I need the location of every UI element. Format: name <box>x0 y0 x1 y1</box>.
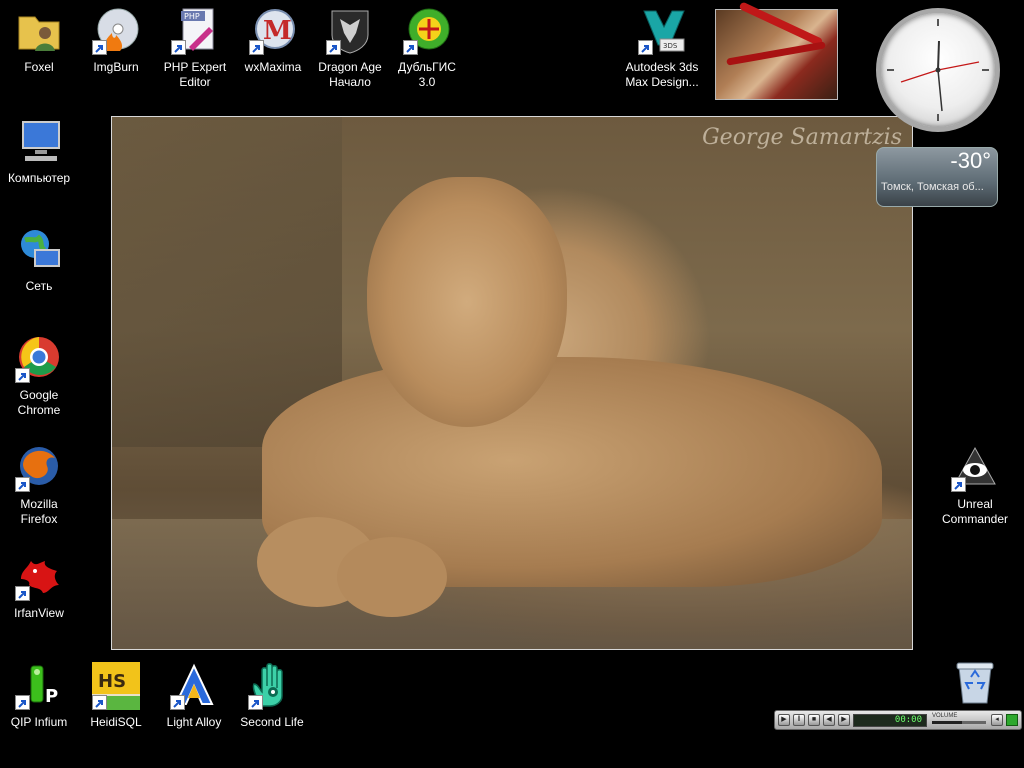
wallpaper-photo: George Samartzis <box>111 116 913 650</box>
qip-icon: P <box>15 662 63 710</box>
next-button[interactable]: ▶ <box>838 714 850 726</box>
media-player-bar: ▶ ‖ ■ ◀ ▶ 00:00 VOLUME ◂ <box>774 710 1022 730</box>
second-hand <box>937 61 980 71</box>
icon-label: Light Alloy <box>166 715 222 729</box>
dublgis-globe-icon <box>403 7 451 55</box>
shortcut-arrow-icon <box>326 40 341 55</box>
clock-face <box>887 19 989 121</box>
chrome-icon <box>15 335 63 383</box>
desktop-icon-foxel[interactable]: Foxel <box>1 7 77 75</box>
player-status-indicator <box>1006 714 1018 726</box>
weather-gadget[interactable]: -30° Томск, Томская об... <box>876 147 998 207</box>
desktop-icon-google-chrome[interactable]: Google Chrome <box>1 335 77 418</box>
desktop-icon-autodesk-3ds-max[interactable]: 3DS Autodesk 3ds Max Design... <box>624 7 700 90</box>
desktop-icon-dragon-age[interactable]: Dragon Age Начало <box>312 7 388 90</box>
icon-label: Mozilla Firefox <box>20 497 58 526</box>
desktop-icon-recycle-bin[interactable] <box>937 659 1013 712</box>
shortcut-arrow-icon <box>248 695 263 710</box>
icon-label: ДубльГИС 3.0 <box>398 60 456 89</box>
disc-burn-icon <box>92 7 140 55</box>
shortcut-arrow-icon <box>171 40 186 55</box>
volume-fill <box>932 721 962 724</box>
icon-label: QIP Infium <box>10 715 68 729</box>
recycle-bin-icon <box>951 659 999 707</box>
volume-label: VOLUME <box>932 713 958 719</box>
shortcut-arrow-icon <box>15 695 30 710</box>
cougar-paw <box>337 537 447 617</box>
desktop-icon-second-life[interactable]: Second Life <box>234 662 310 730</box>
heidisql-icon: HS <box>92 662 140 710</box>
shortcut-arrow-icon <box>92 695 107 710</box>
3ds-max-icon: 3DS <box>638 7 686 55</box>
desktop-icon-irfanview[interactable]: IrfanView <box>1 553 77 621</box>
play-button[interactable]: ▶ <box>778 714 790 726</box>
slideshow-image-detail <box>726 41 826 66</box>
second-life-hand-icon <box>248 662 296 710</box>
shortcut-arrow-icon <box>638 40 653 55</box>
desktop-icon-mozilla-firefox[interactable]: Mozilla Firefox <box>1 444 77 527</box>
shortcut-arrow-icon <box>249 40 264 55</box>
slideshow-gadget[interactable] <box>715 1 838 100</box>
icon-label: Autodesk 3ds Max Design... <box>625 60 699 89</box>
shortcut-arrow-icon <box>92 40 107 55</box>
shortcut-arrow-icon <box>403 40 418 55</box>
time-display: 00:00 <box>853 713 927 727</box>
desktop-icon-qip-infium[interactable]: P QIP Infium <box>1 662 77 730</box>
computer-icon <box>15 118 63 166</box>
icon-label: HeidiSQL <box>90 715 142 729</box>
desktop-icon-heidisql[interactable]: HS HeidiSQL <box>78 662 154 730</box>
svg-text:P: P <box>45 686 58 707</box>
shortcut-arrow-icon <box>15 586 30 601</box>
firefox-icon <box>15 444 63 492</box>
network-globe-icon <box>15 226 63 274</box>
cougar-head <box>367 177 567 427</box>
shortcut-arrow-icon <box>951 477 966 492</box>
dragon-emblem-icon <box>326 7 374 55</box>
desktop-icon-php-expert-editor[interactable]: PHP PHP Expert Editor <box>157 7 233 90</box>
unreal-commander-eye-icon <box>951 444 999 492</box>
light-alloy-icon <box>170 662 218 710</box>
hour-hand <box>937 40 940 71</box>
icon-label: ImgBurn <box>93 60 139 74</box>
php-editor-icon: PHP <box>171 7 219 55</box>
weather-temperature: -30° <box>950 148 991 173</box>
3ds-badge-text: 3DS <box>663 42 678 50</box>
desktop-icon-network[interactable]: Сеть <box>1 226 77 294</box>
desktop-icon-imgburn[interactable]: ImgBurn <box>78 7 154 75</box>
photo-signature: George Samartzis <box>702 125 902 150</box>
minute-hand <box>937 69 943 112</box>
weather-location: Томск, Томская об... <box>881 181 984 193</box>
shortcut-arrow-icon <box>15 368 30 383</box>
icon-label: IrfanView <box>14 606 64 620</box>
hs-badge-text: HS <box>98 671 126 692</box>
shortcut-arrow-icon <box>170 695 185 710</box>
icon-label: wxMaxima <box>244 60 302 74</box>
clock-gadget[interactable] <box>876 8 1000 132</box>
icon-label: Unreal Commander <box>941 497 1009 526</box>
volume-slider[interactable]: VOLUME <box>930 713 988 726</box>
folder-user-icon <box>15 7 63 55</box>
desktop-icon-computer[interactable]: Компьютер <box>1 118 77 186</box>
icon-label: Сеть <box>25 279 53 293</box>
desktop-icon-wxmaxima[interactable]: M wxMaxima <box>235 7 311 75</box>
svg-text:M: M <box>263 16 292 46</box>
icon-label: Google Chrome <box>17 388 61 417</box>
pause-button[interactable]: ‖ <box>793 714 805 726</box>
stop-button[interactable]: ■ <box>808 714 820 726</box>
icon-label: Dragon Age Начало <box>318 60 382 89</box>
mute-button[interactable]: ◂ <box>991 714 1003 726</box>
desktop-icon-unreal-commander[interactable]: Unreal Commander <box>937 444 1013 527</box>
icon-label: Second Life <box>240 715 304 729</box>
irfanview-icon <box>15 553 63 601</box>
wxmaxima-icon: M <box>249 7 297 55</box>
icon-label: Компьютер <box>7 171 71 185</box>
php-badge-text: PHP <box>184 12 200 21</box>
previous-button[interactable]: ◀ <box>823 714 835 726</box>
icon-label: Foxel <box>24 60 54 74</box>
slideshow-image-detail <box>738 1 824 47</box>
desktop-icon-dublgis[interactable]: ДубльГИС 3.0 <box>389 7 465 90</box>
desktop-icon-light-alloy[interactable]: Light Alloy <box>156 662 232 730</box>
icon-label: PHP Expert Editor <box>163 60 227 89</box>
shortcut-arrow-icon <box>15 477 30 492</box>
